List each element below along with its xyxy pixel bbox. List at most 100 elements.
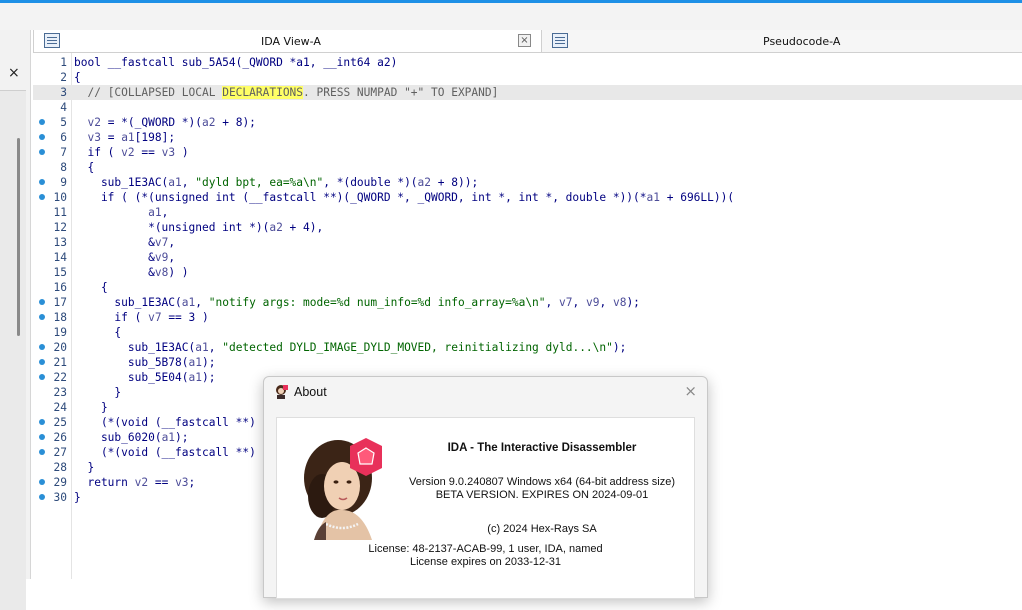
line-number: 3 (60, 86, 67, 99)
code-line[interactable]: 19 { (33, 325, 1022, 340)
tab-pseudocode-a[interactable]: Pseudocode-A (542, 30, 1022, 53)
code-text[interactable]: &v8) ) (74, 265, 188, 280)
code-line[interactable]: 12 *(unsigned int *)(a2 + 4), (33, 220, 1022, 235)
window-chrome (0, 3, 1022, 30)
line-number: 16 (53, 281, 67, 294)
line-number: 8 (60, 161, 67, 174)
left-panel: × (0, 30, 31, 610)
left-panel-close-icon[interactable]: × (8, 65, 20, 81)
code-text[interactable]: if ( v2 == v3 ) (74, 145, 188, 160)
about-dialog-title: About (294, 385, 327, 399)
code-text[interactable]: sub_1E3AC(a1, "detected DYLD_IMAGE_DYLD_… (74, 340, 626, 355)
about-content: IDA - The Interactive Disassembler Versi… (276, 417, 695, 599)
line-number: 10 (53, 191, 67, 204)
code-line[interactable]: 17 sub_1E3AC(a1, "notify args: mode=%d n… (33, 295, 1022, 310)
code-text[interactable]: *(unsigned int *)(a2 + 4), (74, 220, 323, 235)
code-text[interactable]: return v2 == v3; (74, 475, 195, 490)
copyright-text: (c) 2024 Hex-Rays SA (487, 523, 597, 535)
line-number: 17 (53, 296, 67, 309)
line-number: 7 (60, 146, 67, 159)
line-number: 22 (53, 371, 67, 384)
code-line[interactable]: 20 sub_1E3AC(a1, "detected DYLD_IMAGE_DY… (33, 340, 1022, 355)
code-text[interactable]: } (74, 460, 94, 475)
tab-ida-view-a[interactable]: IDA View-A × (33, 30, 542, 53)
version-text: Version 9.0.240807 Windows x64 (64-bit a… (409, 476, 675, 488)
code-line[interactable]: 11 a1, (33, 205, 1022, 220)
line-number: 4 (60, 101, 67, 114)
code-text[interactable]: (*(void (__fastcall **) (74, 415, 256, 430)
code-line[interactable]: 10 if ( (*(unsigned int (__fastcall **)(… (33, 190, 1022, 205)
line-number: 24 (53, 401, 67, 414)
line-number: 21 (53, 356, 67, 369)
line-number: 29 (53, 476, 67, 489)
code-text[interactable]: sub_5E04(a1); (74, 370, 216, 385)
code-line[interactable]: 9 sub_1E3AC(a1, "dyld bpt, ea=%a\n", *(d… (33, 175, 1022, 190)
code-line[interactable]: 1 bool __fastcall sub_5A54(_QWORD *a1, __… (33, 55, 1022, 70)
code-text[interactable]: sub_5B78(a1); (74, 355, 216, 370)
code-text[interactable]: bool __fastcall sub_5A54(_QWORD *a1, __i… (74, 55, 397, 70)
code-line[interactable]: 4 (33, 100, 1022, 115)
code-line[interactable]: 15 &v8) ) (33, 265, 1022, 280)
line-number: 18 (53, 311, 67, 324)
about-dialog: About × IDA - The Interactive Disassembl… (263, 376, 708, 599)
line-number: 1 (60, 56, 67, 69)
left-panel-scrollbar[interactable] (17, 138, 20, 336)
disassembly-view-icon (44, 33, 60, 48)
line-number: 25 (53, 416, 67, 429)
code-text[interactable]: if ( (*(unsigned int (__fastcall **)(_QW… (74, 190, 734, 205)
line-number: 30 (53, 491, 67, 504)
line-number: 19 (53, 326, 67, 339)
code-text[interactable]: } (74, 400, 108, 415)
ida-app-icon (276, 385, 288, 399)
code-text[interactable]: (*(void (__fastcall **) (74, 445, 256, 460)
code-text[interactable]: { (74, 160, 94, 175)
code-text[interactable]: sub_6020(a1); (74, 430, 189, 445)
code-line[interactable]: 8 { (33, 160, 1022, 175)
code-text[interactable]: // [COLLAPSED LOCAL DECLARATIONS. PRESS … (74, 85, 498, 100)
license-text: License: 48-2137-ACAB-99, 1 user, IDA, n… (368, 543, 603, 555)
pseudocode-view-icon (552, 33, 568, 48)
code-line[interactable]: 5 v2 = *(_QWORD *)(a2 + 8); (33, 115, 1022, 130)
about-title-bar[interactable]: About × (264, 377, 707, 407)
line-number: 15 (53, 266, 67, 279)
portrait-logo-image (304, 438, 382, 540)
tab-ida-view-a-label: IDA View-A (261, 35, 321, 48)
line-number: 28 (53, 461, 67, 474)
line-number: 11 (53, 206, 67, 219)
code-text[interactable]: &v9, (74, 250, 175, 265)
line-number: 14 (53, 251, 67, 264)
close-icon[interactable]: × (684, 382, 697, 400)
code-line[interactable]: 21 sub_5B78(a1); (33, 355, 1022, 370)
line-number: 12 (53, 221, 67, 234)
code-text[interactable]: if ( v7 == 3 ) (74, 310, 208, 325)
code-line[interactable]: 6 v3 = a1[198]; (33, 130, 1022, 145)
code-line[interactable]: 18 if ( v7 == 3 ) (33, 310, 1022, 325)
line-number: 5 (60, 116, 67, 129)
code-line[interactable]: 7 if ( v2 == v3 ) (33, 145, 1022, 160)
line-number: 13 (53, 236, 67, 249)
code-text[interactable]: { (74, 70, 81, 85)
beta-notice: BETA VERSION. EXPIRES ON 2024-09-01 (435, 489, 649, 501)
code-text[interactable]: &v7, (74, 235, 175, 250)
code-text[interactable]: } (74, 385, 121, 400)
code-line[interactable]: 3 // [COLLAPSED LOCAL DECLARATIONS. PRES… (33, 85, 1022, 100)
product-name: IDA - The Interactive Disassembler (447, 442, 637, 454)
code-line[interactable]: 2{ (33, 70, 1022, 85)
line-number: 9 (60, 176, 67, 189)
code-text[interactable]: sub_1E3AC(a1, "notify args: mode=%d num_… (74, 295, 640, 310)
line-number: 2 (60, 71, 67, 84)
code-line[interactable]: 16 { (33, 280, 1022, 295)
code-text[interactable]: { (74, 280, 108, 295)
code-line[interactable]: 13 &v7, (33, 235, 1022, 250)
code-line[interactable]: 14 &v9, (33, 250, 1022, 265)
left-panel-content (0, 90, 26, 610)
code-text[interactable]: v3 = a1[198]; (74, 130, 175, 145)
code-text[interactable]: { (74, 325, 121, 340)
tab-close-icon[interactable]: × (518, 34, 531, 47)
code-text[interactable]: a1, (74, 205, 168, 220)
line-number: 23 (53, 386, 67, 399)
line-number: 6 (60, 131, 67, 144)
code-text[interactable]: } (74, 490, 81, 505)
code-text[interactable]: v2 = *(_QWORD *)(a2 + 8); (74, 115, 255, 130)
code-text[interactable]: sub_1E3AC(a1, "dyld bpt, ea=%a\n", *(dou… (74, 175, 478, 190)
